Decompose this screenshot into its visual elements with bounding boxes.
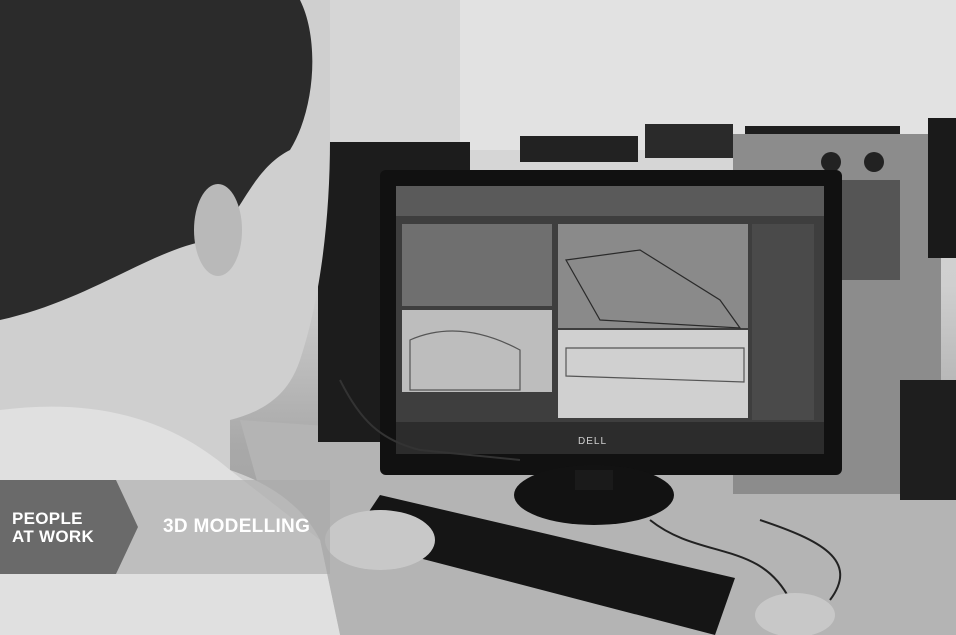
caption-banner: PEOPLE AT WORK 3D MODELLING [0, 480, 956, 574]
caption-topic: 3D MODELLING [163, 516, 311, 537]
rack-unit [928, 118, 956, 258]
timeline-bar [396, 422, 824, 454]
viewport-perspective [558, 224, 748, 328]
background-device [645, 124, 733, 158]
viewport-side [558, 330, 748, 418]
background-monitor-center [520, 136, 638, 162]
software-toolbar [396, 186, 824, 216]
person-hand-right [755, 593, 835, 635]
person-ear [194, 184, 242, 276]
tower-port [864, 152, 884, 172]
channel-box-panel [752, 224, 814, 420]
caption-tag-line2: AT WORK [12, 527, 95, 546]
tower-port [821, 152, 841, 172]
viewport-top [402, 224, 552, 306]
tower-vent [840, 180, 900, 280]
caption-tag: PEOPLE AT WORK [0, 480, 138, 574]
monitor-brand-logo: DELL [578, 436, 608, 447]
viewport-front [402, 310, 552, 392]
photo-scene: DELL PEOPLE AT WORK 3D MODELLING [0, 0, 956, 635]
caption-tag-line1: PEOPLE [12, 509, 83, 528]
caption-tag-text: PEOPLE AT WORK [12, 510, 94, 546]
